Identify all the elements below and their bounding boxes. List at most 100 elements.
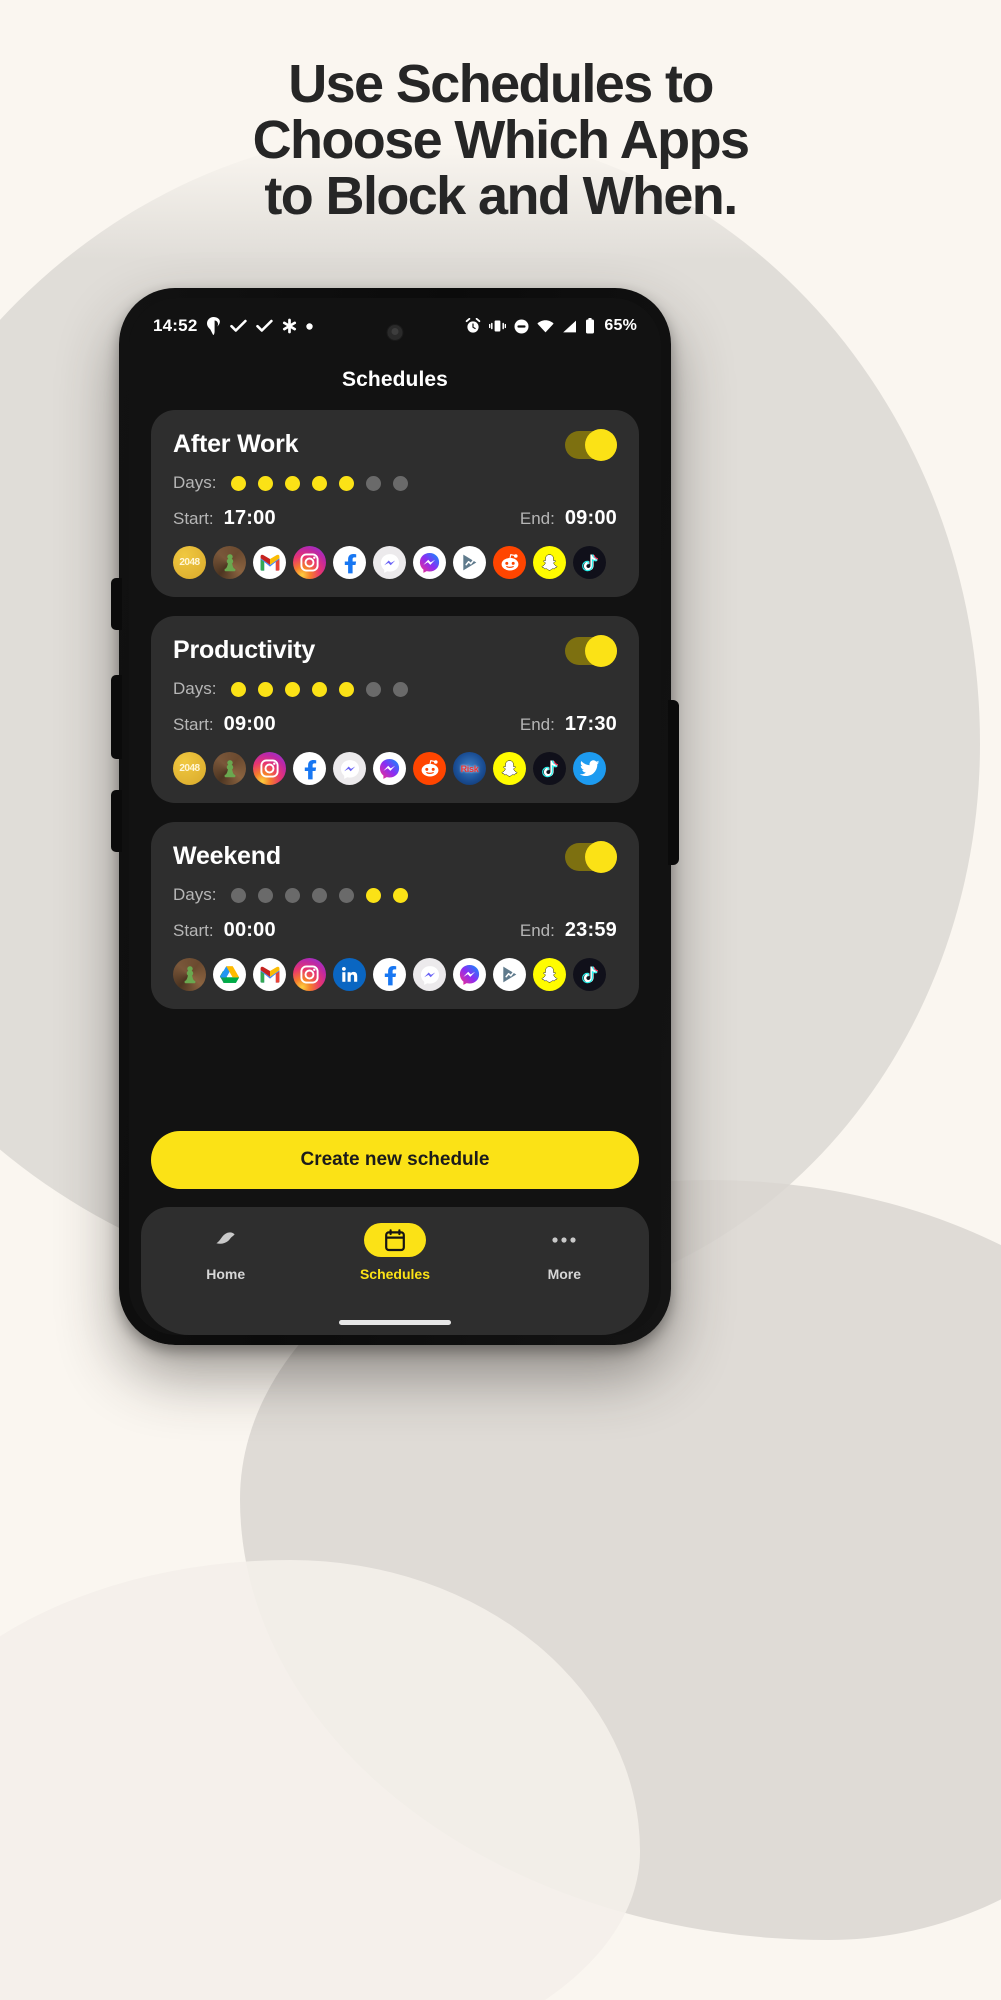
start-time-value[interactable]: 00:00 (224, 919, 276, 942)
end-time-value[interactable]: 09:00 (565, 507, 617, 530)
schedule-enable-toggle[interactable] (565, 840, 617, 873)
chess-app-icon[interactable] (213, 752, 246, 785)
day-dot-inactive[interactable] (312, 887, 328, 903)
phone-mockup: 14:52 65% Schedules After Work Days: Sta… (0, 0, 1001, 2000)
day-dot-active[interactable] (339, 681, 355, 697)
day-dot-inactive[interactable] (366, 681, 382, 697)
phone-button-left-top[interactable] (111, 578, 122, 630)
day-dot-inactive[interactable] (393, 475, 409, 491)
day-dot-inactive[interactable] (393, 681, 409, 697)
twitter-app-icon[interactable] (573, 752, 606, 785)
day-dot-active[interactable] (258, 681, 274, 697)
google-drive-app-icon[interactable] (213, 958, 246, 991)
status-bar-left: 14:52 (153, 316, 314, 336)
day-dot-inactive[interactable] (231, 887, 247, 903)
schedule-card[interactable]: Productivity Days: Start: 09:00 End: 17:30 204… (151, 616, 639, 803)
calendar-icon[interactable] (363, 1223, 426, 1257)
gmail-app-icon[interactable] (253, 958, 286, 991)
schedule-enable-toggle[interactable] (565, 428, 617, 461)
day-dot-active[interactable] (312, 475, 328, 491)
day-dot-active[interactable] (312, 681, 328, 697)
day-dot-active[interactable] (366, 887, 382, 903)
phone-button-power[interactable] (668, 700, 679, 865)
messenger-app-icon[interactable] (373, 752, 406, 785)
day-dot-active[interactable] (393, 887, 409, 903)
phone-body: 14:52 65% Schedules After Work Days: Sta… (119, 288, 671, 1345)
start-time-value[interactable]: 09:00 (224, 713, 276, 736)
schedule-enable-toggle[interactable] (565, 634, 617, 667)
schedule-title: Weekend (173, 842, 281, 870)
day-dot-active[interactable] (231, 475, 247, 491)
messenger-lite-app-icon[interactable] (373, 546, 406, 579)
day-dot-inactive[interactable] (258, 887, 274, 903)
schedule-time-row: Start: 09:00 End: 17:30 (173, 713, 617, 736)
day-dot-active[interactable] (231, 681, 247, 697)
linkedin-app-icon[interactable] (333, 958, 366, 991)
dot-icon (306, 322, 314, 330)
phone-button-left-bottom[interactable] (111, 790, 122, 852)
vibrate-icon (489, 319, 507, 333)
facebook-app-icon[interactable] (293, 752, 326, 785)
facebook-app-icon[interactable] (373, 958, 406, 991)
tiktok-app-icon[interactable] (573, 546, 606, 579)
schedule-card[interactable]: Weekend Days: Start: 00:00 End: 23:59 (151, 822, 639, 1009)
snapchat-app-icon[interactable] (493, 752, 526, 785)
chess-app-icon[interactable] (213, 546, 246, 579)
messenger-lite-app-icon[interactable] (413, 958, 446, 991)
bottom-navigation: Home Schedules More (141, 1207, 649, 1335)
risk-app-icon[interactable]: Risk (453, 752, 486, 785)
create-new-schedule-button[interactable]: Create new schedule (151, 1131, 639, 1189)
location-pin-icon (206, 317, 221, 335)
day-dot-inactive[interactable] (285, 887, 301, 903)
play-games-app-icon[interactable] (493, 958, 526, 991)
gmail-app-icon[interactable] (253, 546, 286, 579)
status-bar-time: 14:52 (153, 316, 198, 335)
reddit-app-icon[interactable] (493, 546, 526, 579)
phone-button-volume[interactable] (111, 675, 122, 759)
tiktok-app-icon[interactable] (533, 752, 566, 785)
end-time-value[interactable]: 23:59 (565, 919, 617, 942)
snapchat-app-icon[interactable] (533, 958, 566, 991)
start-time-value[interactable]: 17:00 (224, 507, 276, 530)
toggle-knob (585, 840, 617, 873)
messenger-app-icon[interactable] (453, 958, 486, 991)
snapchat-app-icon[interactable] (533, 546, 566, 579)
home-indicator[interactable] (339, 1320, 451, 1325)
day-dot-active[interactable] (258, 475, 274, 491)
schedule-time-row: Start: 00:00 End: 23:59 (173, 919, 617, 942)
days-label: Days: (173, 885, 217, 904)
day-dot-inactive[interactable] (366, 475, 382, 491)
end-label: End: (519, 509, 555, 528)
moon-icon[interactable] (195, 1223, 257, 1257)
day-dot-inactive[interactable] (339, 887, 355, 903)
instagram-app-icon[interactable] (253, 752, 286, 785)
toggle-knob (585, 634, 617, 667)
reddit-app-icon[interactable] (413, 752, 446, 785)
messenger-lite-app-icon[interactable] (333, 752, 366, 785)
ellipsis-icon[interactable] (533, 1223, 595, 1257)
schedule-days-row: Days: (173, 885, 617, 905)
instagram-app-icon[interactable] (293, 546, 326, 579)
instagram-app-icon[interactable] (293, 958, 326, 991)
chess-app-icon[interactable] (173, 958, 206, 991)
2048-app-icon[interactable]: 2048 (173, 546, 206, 579)
start-label: Start: (173, 715, 214, 734)
days-label: Days: (173, 679, 217, 698)
day-dot-active[interactable] (339, 475, 355, 491)
nav-item-more[interactable]: More (480, 1223, 649, 1282)
day-dot-active[interactable] (285, 475, 301, 491)
signal-icon (562, 320, 577, 333)
blocked-apps-row: 2048 (173, 546, 617, 579)
facebook-app-icon[interactable] (333, 546, 366, 579)
day-dot-active[interactable] (285, 681, 301, 697)
tiktok-app-icon[interactable] (573, 958, 606, 991)
messenger-app-icon[interactable] (413, 546, 446, 579)
nav-item-schedules[interactable]: Schedules (310, 1223, 479, 1282)
schedule-card[interactable]: After Work Days: Start: 17:00 End: 09:00 2048 (151, 410, 639, 597)
nav-item-home[interactable]: Home (141, 1223, 310, 1282)
play-games-app-icon[interactable] (453, 546, 486, 579)
2048-app-icon[interactable]: 2048 (173, 752, 206, 785)
end-time-value[interactable]: 17:30 (565, 713, 617, 736)
schedule-card-header: Weekend (173, 840, 617, 873)
schedule-days-row: Days: (173, 473, 617, 493)
